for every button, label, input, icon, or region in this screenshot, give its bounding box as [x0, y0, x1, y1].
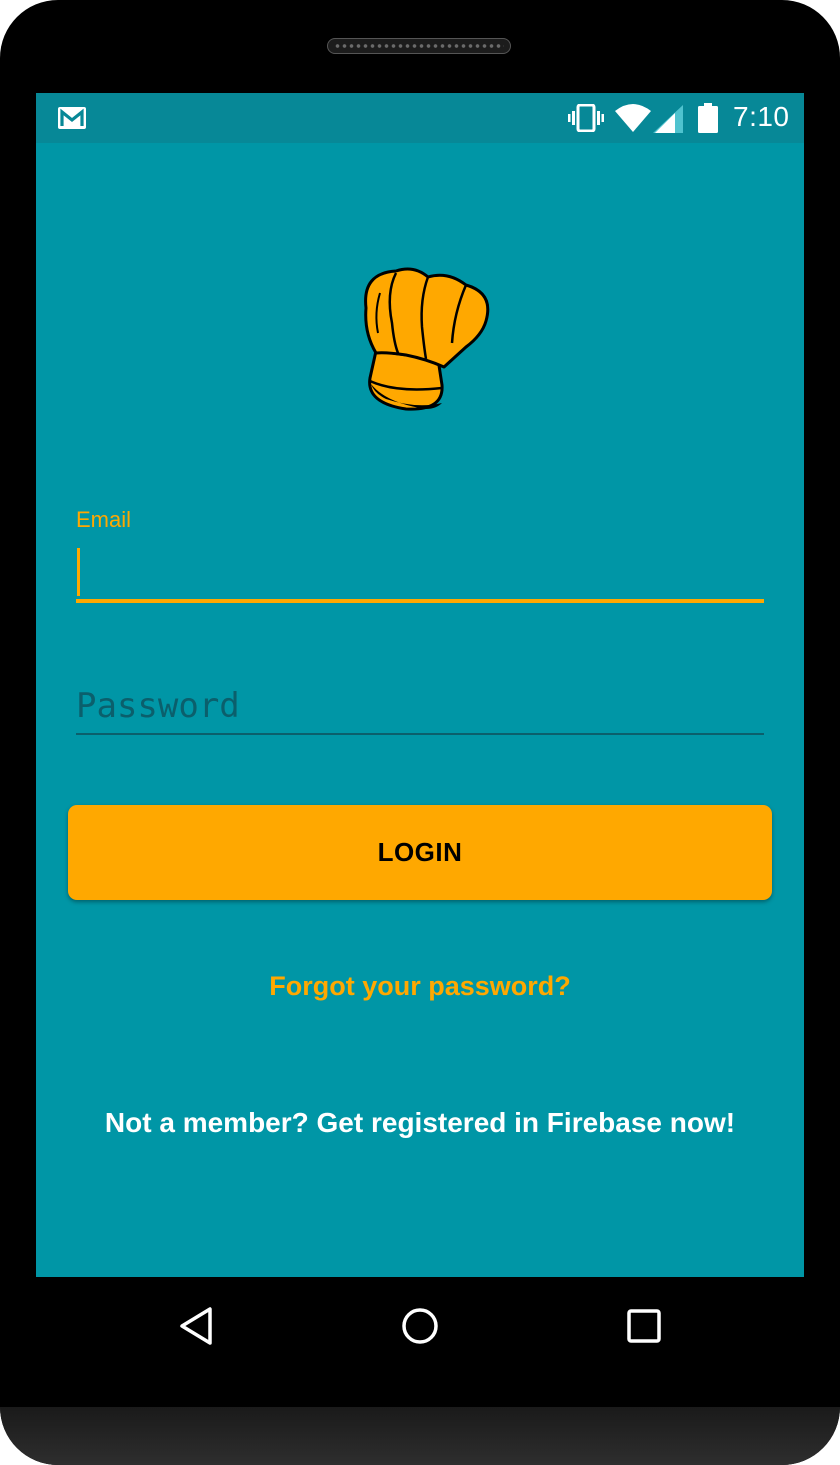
cellular-signal-icon: [653, 105, 683, 133]
text-cursor: [77, 548, 80, 596]
chef-hat-logo: [364, 267, 490, 411]
recents-icon: [627, 1309, 661, 1343]
password-field[interactable]: [76, 678, 764, 735]
status-bar: 7:10: [36, 93, 804, 143]
device-bottom-bezel: [0, 1407, 840, 1465]
back-icon: [180, 1307, 212, 1345]
back-button[interactable]: [166, 1296, 226, 1356]
email-field[interactable]: [76, 545, 764, 603]
gmail-icon: [58, 107, 86, 129]
battery-icon: [698, 103, 718, 133]
phone-frame: 7:10 Email LOGIN Forgot your password? N…: [0, 0, 840, 1465]
home-button[interactable]: [390, 1296, 450, 1356]
app-screen: 7:10 Email LOGIN Forgot your password? N…: [36, 93, 804, 1277]
recents-button[interactable]: [614, 1296, 674, 1356]
register-link[interactable]: Not a member? Get registered in Firebase…: [36, 1107, 804, 1139]
vibrate-icon: [568, 104, 604, 132]
earpiece-speaker: [327, 38, 511, 54]
wifi-icon: [615, 104, 651, 132]
home-icon: [402, 1308, 438, 1344]
email-label: Email: [76, 507, 132, 532]
status-time: 7:10: [733, 101, 790, 132]
login-button[interactable]: LOGIN: [68, 805, 772, 900]
forgot-password-link[interactable]: Forgot your password?: [36, 971, 804, 1002]
